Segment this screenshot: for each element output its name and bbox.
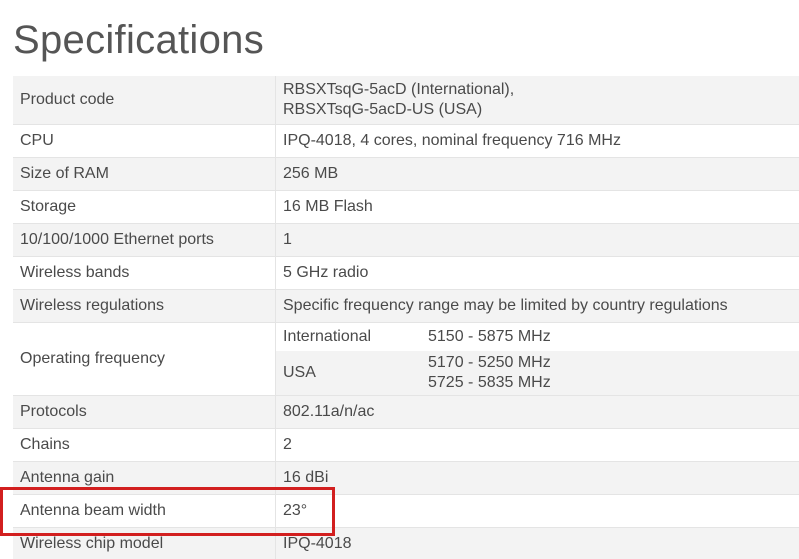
frequency-row-usa: USA 5170 - 5250 MHz 5725 - 5835 MHz <box>276 350 799 395</box>
table-row: CPU IPQ-4018, 4 cores, nominal frequency… <box>13 124 799 158</box>
row-value-protocols: 802.11a/n/ac <box>275 395 799 429</box>
row-label-wireless-chip-model: Wireless chip model <box>13 527 276 559</box>
row-value-product-code: RBSXTsqG-5acD (International), RBSXTsqG-… <box>275 76 799 125</box>
row-label-product-code: Product code <box>13 76 276 125</box>
row-label-operating-frequency: Operating frequency <box>13 322 276 396</box>
frequency-row-international: International 5150 - 5875 MHz <box>276 323 799 351</box>
product-code-international: RBSXTsqG-5acD (International), <box>283 81 515 98</box>
range-international: 5150 - 5875 MHz <box>428 323 799 351</box>
row-label-protocols: Protocols <box>13 395 276 429</box>
table-row: Storage 16 MB Flash <box>13 190 799 224</box>
row-value-operating-frequency: International 5150 - 5875 MHz USA 5170 -… <box>275 322 799 396</box>
row-value-wireless-chip-model: IPQ-4018 <box>275 527 799 559</box>
table-row: Size of RAM 256 MB <box>13 157 799 191</box>
row-label-antenna-beam-width: Antenna beam width <box>13 494 276 528</box>
row-value-ram: 256 MB <box>275 157 799 191</box>
row-value-ethernet-ports: 1 <box>275 223 799 257</box>
specifications-table: Product code RBSXTsqG-5acD (Internationa… <box>13 76 799 559</box>
table-row: Wireless bands 5 GHz radio <box>13 256 799 290</box>
table-row: Wireless regulations Specific frequency … <box>13 289 799 323</box>
table-row: 10/100/1000 Ethernet ports 1 <box>13 223 799 257</box>
row-label-ram: Size of RAM <box>13 157 276 191</box>
row-label-cpu: CPU <box>13 124 276 158</box>
range-usa: 5170 - 5250 MHz 5725 - 5835 MHz <box>428 350 799 395</box>
table-row: Operating frequency International 5150 -… <box>13 322 799 396</box>
table-row: Protocols 802.11a/n/ac <box>13 395 799 429</box>
region-international: International <box>283 328 372 345</box>
row-value-wireless-bands: 5 GHz radio <box>275 256 799 290</box>
range-usa-1: 5170 - 5250 MHz <box>428 353 551 371</box>
row-value-storage: 16 MB Flash <box>275 190 799 224</box>
row-label-ethernet-ports: 10/100/1000 Ethernet ports <box>13 223 276 257</box>
row-label-wireless-bands: Wireless bands <box>13 256 276 290</box>
specifications-page: Specifications Product code RBSXTsqG-5ac… <box>0 0 799 559</box>
range-usa-2: 5725 - 5835 MHz <box>428 373 551 391</box>
row-value-wireless-regulations: Specific frequency range may be limited … <box>275 289 799 323</box>
row-label-storage: Storage <box>13 190 276 224</box>
region-usa: USA <box>283 363 316 381</box>
table-row: Product code RBSXTsqG-5acD (Internationa… <box>13 76 799 125</box>
row-value-antenna-beam-width: 23° <box>275 494 799 528</box>
row-value-chains: 2 <box>275 428 799 462</box>
table-row: Antenna beam width 23° <box>13 494 799 528</box>
page-title: Specifications <box>13 18 264 62</box>
row-value-cpu: IPQ-4018, 4 cores, nominal frequency 716… <box>275 124 799 158</box>
table-row: Wireless chip model IPQ-4018 <box>13 527 799 559</box>
row-label-chains: Chains <box>13 428 276 462</box>
row-label-antenna-gain: Antenna gain <box>13 461 276 495</box>
row-label-wireless-regulations: Wireless regulations <box>13 289 276 323</box>
frequency-subtable: International 5150 - 5875 MHz USA 5170 -… <box>276 323 799 395</box>
product-code-usa: RBSXTsqG-5acD-US (USA) <box>283 101 483 118</box>
table-row: Antenna gain 16 dBi <box>13 461 799 495</box>
table-row: Chains 2 <box>13 428 799 462</box>
row-value-antenna-gain: 16 dBi <box>275 461 799 495</box>
